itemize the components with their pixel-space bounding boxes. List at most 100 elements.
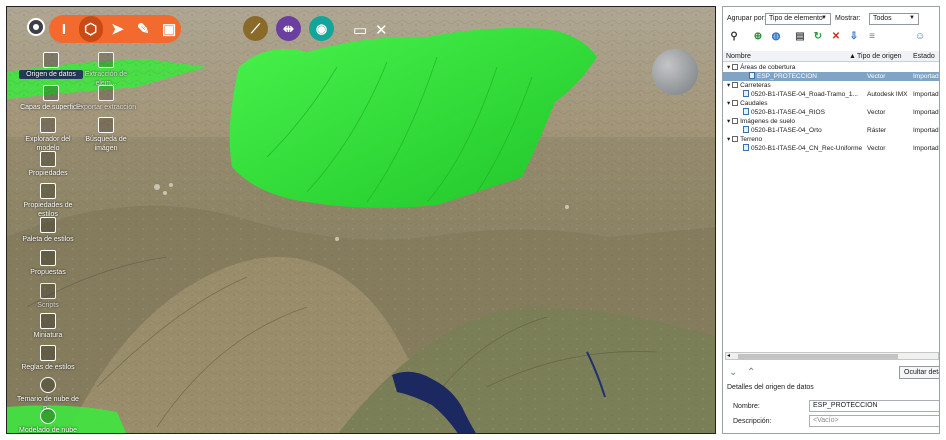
properties-icon [40,151,56,167]
expand-icon[interactable]: ▾ [727,118,730,125]
scroll-left-icon[interactable]: ◂ [727,352,730,359]
main-tool-group: I ⬡ ➤ ✎ ▣ [49,15,181,43]
layers-icon[interactable]: ▣ [157,16,181,42]
item-state: Importad [913,91,939,98]
column-source-type[interactable]: Tipo de origen [857,53,902,60]
tool-prop-estilos[interactable]: Propiedades de estilos [16,183,80,219]
export-icon [98,85,114,101]
thumbnail-icon [40,313,56,329]
image-search-icon [98,117,114,133]
database-icon [43,52,59,68]
tool-modelado-nube[interactable]: Modelado de nube d... [16,408,80,434]
tree-group[interactable]: ▾ Terreno [723,135,939,144]
item-state: Importad [913,127,939,134]
checkbox[interactable] [732,136,739,142]
tool-busqueda[interactable]: Búsqueda de imágen [74,117,138,153]
bridge-icon[interactable]: ⇹ [276,16,301,41]
tool-label: Reglas de estilos [21,364,75,371]
group-label: Terreno [740,136,763,143]
collapse-down-icon[interactable]: ⌄ [729,367,737,378]
pointer-icon[interactable]: ➤ [106,16,130,42]
expand-icon[interactable]: ▾ [727,64,730,71]
group-label: Caudales [740,100,768,107]
item-state: Importad [913,145,939,152]
tool-explorador[interactable]: Explorador del modelo [16,117,80,153]
description-field[interactable]: <Vacío> [809,415,939,427]
tree-group[interactable]: ▾ Carreteras [723,81,939,90]
tools-icon[interactable]: ✕ [375,21,388,39]
pen-icon[interactable]: ✎ [131,16,155,42]
column-name[interactable]: Nombre [726,53,751,60]
tool-label: Modelado de nube d... [19,427,77,434]
model-explorer-icon [40,117,56,133]
item-source: Vector [867,145,886,152]
tree-item[interactable]: 0520-B1-ITASE-04_CN_Rec-Uniforme Vector … [723,144,939,153]
terrain-tool-icon[interactable]: I [52,16,76,42]
configure-icon[interactable]: ▤ [793,29,807,43]
cube-tool-icon[interactable]: ⬡ [78,16,103,42]
checkbox[interactable] [732,118,739,124]
expand-icon[interactable]: ▾ [727,82,730,89]
water-icon[interactable]: ◉ [309,16,334,41]
user-icon[interactable]: ☺ [913,29,927,43]
hide-details-button[interactable]: Ocultar detalle [899,366,939,379]
3d-viewport[interactable]: I ⬡ ➤ ✎ ▣ ⟋ ⇹ ◉ ▭ ✕ Origen de datos Extr… [6,6,716,434]
group-by-label: Agrupar por: [727,15,766,22]
name-field[interactable]: ESP_PROTECCION [809,400,939,412]
show-select[interactable]: Todos ▼ [869,13,919,25]
item-label: 0520-B1-ITASE-04_CN_Rec-Uniforme [751,145,863,152]
item-state: Importad [913,109,939,116]
settings-icon[interactable]: ≡ [865,29,879,43]
checkbox[interactable] [732,64,739,70]
file-icon [743,90,749,97]
extract-icon [98,52,114,68]
tool-reglas[interactable]: Reglas de estilos [16,345,80,372]
checkbox[interactable] [732,100,739,106]
show-value: Todos [873,15,892,22]
item-source: Autodesk IMX [867,91,908,98]
tree-group[interactable]: ▾ Áreas de cobertura [723,63,939,72]
tree-item[interactable]: 0520-B1-ITASE-04_RIOS Vector Importad [723,108,939,117]
group-by-value: Tipo de elemento [769,15,823,22]
import-icon[interactable]: ⇩ [847,29,861,43]
group-label: Imágenes de suelo [740,118,796,125]
checkbox[interactable] [732,82,739,88]
column-state[interactable]: Estado [913,53,935,60]
collapse-up-icon[interactable]: ⌃ [747,367,755,378]
tool-miniatura[interactable]: Miniatura [16,313,80,340]
expand-icon[interactable]: ▾ [727,100,730,107]
tool-label: Exportar extracción [75,104,137,111]
scrollbar-thumb[interactable] [738,354,898,359]
tree-group[interactable]: ▾ Caudales [723,99,939,108]
tree-group[interactable]: ▾ Imágenes de suelo [723,117,939,126]
data-source-panel: Agrupar por: Tipo de elemento ▼ Mostrar:… [722,6,940,434]
tool-label: Scripts [37,302,59,309]
tool-propuestas[interactable]: Propuestas [16,250,80,277]
surface-layers-icon [43,85,59,101]
tool-scripts[interactable]: Scripts [16,283,80,310]
refresh-icon[interactable]: ↻ [811,29,825,43]
filter-icon[interactable]: ⚲ [727,29,741,43]
tool-exportar[interactable]: Exportar extracción [74,85,138,112]
tool-propiedades[interactable]: Propiedades [16,151,80,178]
file-icon [743,126,749,133]
road-icon[interactable]: ⟋ [243,16,268,41]
tool-extraccion[interactable]: Extracción de elem... [74,52,138,88]
monitor-icon[interactable]: ▭ [353,21,367,39]
delete-icon[interactable]: ✕ [829,29,843,43]
expand-icon[interactable]: ▾ [727,136,730,143]
tree-item[interactable]: 0520-B1-ITASE-04_Orto Ráster Importad [723,126,939,135]
group-by-select[interactable]: Tipo de elemento ▼ [765,13,831,25]
view-cube-icon[interactable] [652,49,698,95]
home-icon[interactable] [27,18,45,36]
sort-asc-icon: ▲ [849,53,856,60]
tool-paleta[interactable]: Paleta de estilos [16,217,80,244]
item-source: Vector [867,109,886,116]
add-source-icon[interactable]: ⊕ [751,29,765,43]
tree-item[interactable]: 0520-B1-ITASE-04_Road-Tramo_1... Autodes… [723,90,939,99]
item-label: 0520-B1-ITASE-04_Road-Tramo_1... [751,91,858,98]
connect-icon[interactable]: ◍ [769,29,783,43]
file-icon [749,72,755,79]
tree-item[interactable]: ESP_PROTECCION Vector Importad [723,72,939,81]
horizontal-scrollbar[interactable]: ◂ [725,352,939,360]
